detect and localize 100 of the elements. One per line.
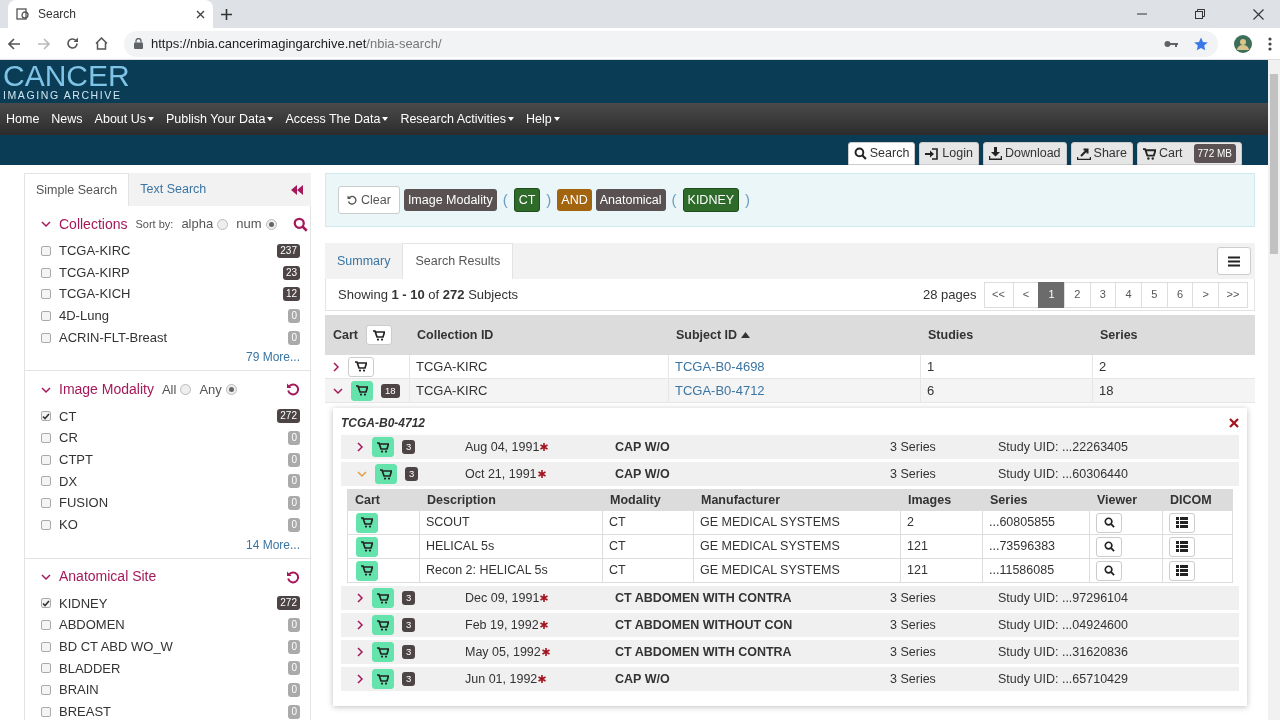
viewer-button[interactable] — [1096, 536, 1122, 557]
checkbox[interactable] — [41, 454, 51, 465]
column-header[interactable]: Collection ID — [417, 327, 494, 342]
checkbox[interactable] — [41, 663, 51, 674]
page-button[interactable]: 5 — [1140, 281, 1168, 308]
site-logo[interactable]: CANCER IMAGING ARCHIVE — [3, 62, 130, 101]
checkbox[interactable] — [41, 641, 51, 652]
checkbox[interactable] — [41, 267, 51, 278]
cart-button[interactable] — [372, 437, 394, 457]
results-tab[interactable]: Summary — [325, 243, 403, 279]
option-label[interactable]: TCGA-KICH — [59, 284, 275, 304]
collapse-icon — [357, 470, 367, 478]
checkbox[interactable] — [41, 476, 51, 487]
sidebar-tab[interactable]: Text Search — [129, 173, 218, 206]
close-icon — [196, 9, 205, 19]
checkbox[interactable] — [41, 411, 51, 422]
page-button[interactable]: << — [983, 281, 1014, 308]
study-date: Dec 09, 1991 — [465, 589, 540, 607]
option-label[interactable]: CTPT — [59, 449, 281, 470]
column-header[interactable]: Series — [1100, 327, 1138, 342]
nav-link[interactable]: Help — [520, 109, 566, 129]
menu-button[interactable] — [1217, 247, 1251, 275]
checkbox[interactable] — [41, 498, 51, 509]
nav-link[interactable]: About Us — [88, 109, 161, 129]
option-label[interactable]: CT — [59, 406, 270, 427]
viewer-button[interactable] — [1096, 560, 1122, 581]
option-label[interactable]: TCGA-KIRC — [59, 241, 270, 261]
nav-link[interactable]: Research Activities — [394, 109, 520, 129]
toolbar-button[interactable]: Search — [847, 142, 916, 165]
radio-button[interactable] — [225, 383, 237, 395]
toolbar-button[interactable]: Login — [919, 142, 979, 165]
nav-link[interactable]: Home — [0, 109, 46, 129]
dicom-button[interactable] — [1169, 512, 1195, 533]
more-link[interactable]: 79 More... — [245, 350, 300, 365]
option-label[interactable]: BD CT ABD WO_W — [59, 637, 281, 657]
option-label[interactable]: CR — [59, 428, 281, 448]
option-label[interactable]: 4D-Lung — [59, 306, 281, 326]
nav-link[interactable]: Access The Data — [279, 109, 395, 129]
option-label[interactable]: DX — [59, 471, 281, 492]
page-button[interactable]: > — [1192, 281, 1219, 308]
subject-link[interactable]: TCGA-B0-4698 — [675, 356, 765, 377]
column-header[interactable]: Studies — [928, 327, 974, 342]
cart-button[interactable] — [372, 669, 394, 689]
key-icon — [1164, 39, 1178, 48]
section-title[interactable]: Image Modality — [59, 378, 154, 400]
option-label[interactable]: BREAST — [59, 702, 281, 720]
page-button[interactable]: 4 — [1115, 281, 1142, 308]
cart-button[interactable] — [366, 325, 392, 345]
cart-button[interactable] — [375, 464, 397, 484]
cart-button[interactable] — [356, 512, 378, 533]
option-label[interactable]: ABDOMEN — [59, 615, 281, 635]
page-button[interactable]: 1 — [1038, 281, 1065, 308]
dicom-button[interactable] — [1169, 536, 1195, 557]
option-label[interactable]: TCGA-KIRP — [59, 262, 275, 283]
checkbox[interactable] — [41, 310, 51, 321]
page-button[interactable]: 2 — [1063, 281, 1091, 308]
page-button[interactable]: >> — [1218, 281, 1248, 308]
checkbox[interactable] — [41, 245, 51, 256]
toolbar-button[interactable]: Cart 772 MB — [1136, 142, 1242, 165]
radio-button[interactable] — [217, 218, 229, 230]
checkbox[interactable] — [41, 598, 51, 609]
section-title[interactable]: Collections — [59, 213, 128, 235]
option-label[interactable]: BLADDER — [59, 658, 281, 679]
section-title[interactable]: Anatomical Site — [59, 566, 157, 588]
sidebar-tab[interactable]: Simple Search — [24, 173, 130, 206]
toolbar-button[interactable]: Download — [982, 142, 1067, 165]
dicom-button[interactable] — [1169, 560, 1195, 581]
radio-button[interactable] — [180, 383, 192, 395]
cart-button[interactable] — [372, 615, 394, 635]
checkbox[interactable] — [41, 519, 51, 530]
option-label[interactable]: KIDNEY — [59, 593, 270, 614]
checkbox[interactable] — [41, 706, 51, 717]
nav-link[interactable]: Publish Your Data — [160, 109, 280, 129]
radio-button[interactable] — [265, 218, 277, 230]
cart-button[interactable] — [348, 356, 374, 377]
cart-button[interactable] — [351, 380, 373, 401]
option-label[interactable]: ACRIN-FLT-Breast — [59, 327, 281, 348]
cart-button[interactable] — [372, 642, 394, 662]
option-label[interactable]: BRAIN — [59, 680, 281, 700]
checkbox[interactable] — [41, 620, 51, 631]
scrollbar[interactable] — [1268, 60, 1280, 720]
cart-button[interactable] — [356, 536, 378, 557]
checkbox[interactable] — [41, 432, 51, 443]
study-date: Feb 19, 1992 — [465, 616, 539, 634]
checkbox[interactable] — [41, 289, 51, 300]
nav-link[interactable]: News — [45, 109, 89, 129]
option-label[interactable]: FUSION — [59, 493, 281, 513]
subject-link[interactable]: TCGA-B0-4712 — [675, 380, 765, 401]
login-icon — [925, 147, 940, 160]
checkbox[interactable] — [41, 685, 51, 696]
cart-button[interactable] — [372, 588, 394, 608]
checkbox[interactable] — [41, 332, 51, 343]
toolbar-button[interactable]: Share — [1070, 142, 1133, 165]
clear-button[interactable]: Clear — [338, 186, 400, 214]
viewer-button[interactable] — [1096, 512, 1122, 533]
option-label[interactable]: KO — [59, 514, 281, 535]
column-header[interactable]: Subject ID — [676, 325, 738, 345]
results-tab[interactable]: Search Results — [402, 243, 514, 279]
cart-button[interactable] — [356, 560, 378, 581]
more-link[interactable]: 14 More... — [245, 537, 300, 552]
